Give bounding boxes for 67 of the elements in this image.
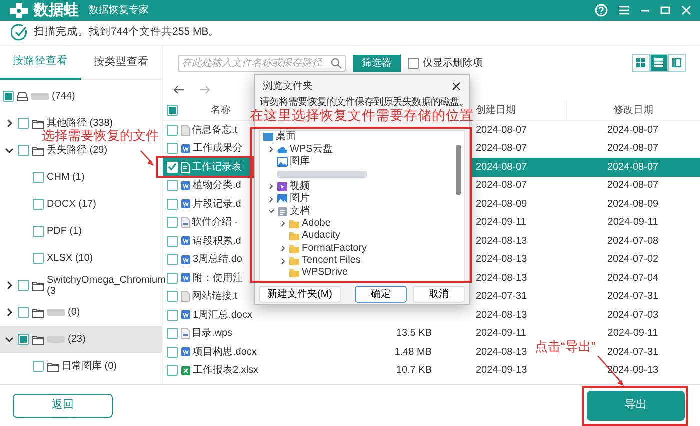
column-header: 名称 (211, 104, 231, 116)
tree-label: 日常图库 (0) (62, 361, 117, 372)
file-size: 1.48 MB (394, 346, 432, 358)
created-date: 2024-08-07 (476, 124, 528, 136)
tree-label: PDF (1) (47, 226, 82, 237)
created-date: 2024-08-13 (476, 236, 528, 247)
created-date: 2024-08-07 (476, 143, 528, 154)
created-date: 2024-07-31 (476, 291, 528, 302)
file-name: 工作成果分 (193, 142, 243, 156)
modified-date: 2024-08-07 (607, 143, 659, 154)
modified-date: 2024-08-07 (607, 124, 659, 136)
file-name: 信息备忘.t (192, 124, 238, 138)
created-date: 2024-08-13 (476, 310, 528, 321)
tree-label: 其他路径 (338) (47, 118, 114, 129)
modified-date: 2024-09-11 (608, 328, 658, 340)
created-date: 2024-09-11 (476, 328, 526, 340)
file-name: 目录.wps (192, 327, 233, 342)
modified-date: 2024-07-31 (607, 346, 659, 358)
file-name: 工作报表2.xlsx (193, 364, 259, 378)
modified-date: 2024-07-04 (607, 272, 659, 284)
tree-label: CHM (1) (47, 172, 85, 183)
modified-date: 2024-08-07 (607, 162, 659, 173)
file-name: 植物分类.d (193, 178, 242, 194)
created-date: 2024-08-13 (476, 254, 528, 266)
annotation-text: 选择需要恢复的文件 (42, 129, 159, 142)
file-name: 软件介绍 - (192, 216, 238, 230)
created-date: 2024-08-07 (476, 180, 528, 192)
tree-label: (0) (68, 307, 80, 318)
created-date: 2024-08-13 (476, 272, 528, 284)
created-date: 2024-08-13 (476, 346, 528, 358)
dialog-message: 请勿将需要恢复的文件保存到原丢失数据的磁盘。 (260, 97, 469, 108)
modified-date: 2024-07-31 (607, 291, 659, 302)
tree-label: SwitchyOmega_Chromium (3 (47, 274, 166, 296)
file-name: 1周汇总.docx (193, 308, 252, 323)
created-date: 2024-08-09 (476, 198, 528, 210)
file-name: 3周总结.do (193, 252, 242, 268)
file-name: 语段积累.d (193, 234, 242, 249)
file-name: 网站链接.t (192, 290, 238, 304)
created-date: 2024-09-11 (476, 217, 526, 228)
tree-label: 丢失路径 (29) (47, 145, 108, 156)
modified-date: 2024-09-11 (608, 217, 658, 228)
file-size: 10.7 KB (396, 365, 432, 376)
status-text: 扫描完成。找到744个文件共255 MB。 (34, 25, 220, 40)
modified-date: 2024-08-07 (607, 180, 659, 192)
tree-label: (23) (68, 334, 86, 345)
modified-date: 2024-08-09 (607, 198, 659, 210)
file-name: 附：使用注 (193, 272, 243, 286)
file-size: 13.5 KB (396, 328, 432, 340)
modified-date: 2024-07-02 (607, 254, 659, 266)
annotation-text: 在这里选择恢复文件需要存储的位置 (250, 109, 474, 122)
tree-label: DOCX (17) (47, 199, 96, 210)
checkbox-label: 仅显示删除项 (423, 56, 483, 70)
created-date: 2024-08-07 (476, 162, 528, 173)
created-date: 2024-09-13 (476, 365, 528, 376)
file-name: 项目构思.docx (193, 346, 257, 360)
column-header: 修改日期 (614, 104, 654, 118)
column-header: 创建日期 (476, 104, 516, 116)
app-logo: 数据蛙 (34, 1, 79, 21)
app-subtitle: 数据恢复专家 (89, 4, 149, 18)
dialog-title: 浏览文件夹 (263, 80, 313, 94)
annotation-text: 点击“导出” (535, 340, 596, 353)
file-name: 工作记录表 (192, 160, 242, 175)
file-name: 片段记录.d (193, 198, 242, 212)
tree-label: XLSX (10) (47, 253, 94, 264)
modified-date: 2024-07-03 (607, 310, 659, 321)
modified-date: 2024-07-08 (607, 236, 659, 247)
tree-label: (744) (52, 91, 76, 102)
